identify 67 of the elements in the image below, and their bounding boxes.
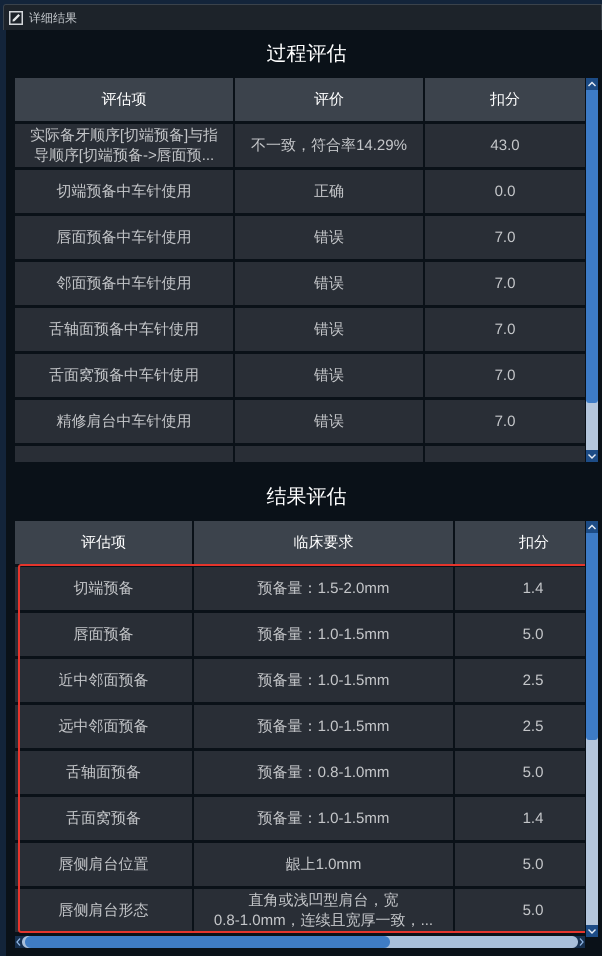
table-cell: 预备量：1.0-1.5mm	[194, 659, 453, 702]
caret-up-icon[interactable]	[586, 521, 598, 533]
table-cell: 7.0	[425, 308, 585, 351]
table-cell: 龈上1.0mm	[194, 843, 453, 886]
pencil-square-icon	[9, 10, 23, 24]
table-cell: 唇面预备	[15, 613, 192, 656]
table-cell: 7.0	[425, 262, 585, 305]
table-cell: 正确	[235, 170, 423, 213]
column-header[interactable]: 评估项	[15, 78, 233, 121]
column-header[interactable]: 临床要求	[194, 521, 453, 564]
table-cell: 错误	[235, 308, 423, 351]
table-cell: 2.5	[455, 659, 585, 702]
table-cell: 错误	[235, 216, 423, 259]
table-cell: 错误	[235, 400, 423, 443]
table-cell: 43.0	[425, 124, 585, 167]
caret-down-icon[interactable]	[586, 925, 598, 937]
caret-right-icon[interactable]	[578, 936, 585, 948]
table-cell: 舌轴面预备中车针使用	[15, 308, 233, 351]
table-cell: 切端预备	[15, 567, 192, 610]
table-cell: 直角或浅凹型肩台，宽0.8-1.0mm，连续且宽厚一致，...	[194, 889, 453, 932]
table-cell: 预备量：1.0-1.5mm	[194, 705, 453, 748]
table-cell: 1.4	[455, 567, 585, 610]
table-cell: 切端预备中车针使用	[15, 170, 233, 213]
table-cell: 远中邻面预备	[15, 705, 192, 748]
scrollbar-thumb[interactable]	[25, 936, 390, 948]
table-cell: 2.5	[455, 705, 585, 748]
table-cell: 近中邻面预备	[15, 659, 192, 702]
table-cell: 错误	[235, 262, 423, 305]
table-cell: 精修肩台中车针使用	[15, 400, 233, 443]
table-cell: 舌面窝预备	[15, 797, 192, 840]
table-cell: 错误	[235, 354, 423, 397]
table-cell: 0.0	[425, 170, 585, 213]
table-cell: 7.0	[425, 400, 585, 443]
table-cell: 唇面预备中车针使用	[15, 216, 233, 259]
column-header[interactable]: 评价	[235, 78, 423, 121]
vertical-scrollbar[interactable]	[586, 521, 598, 937]
table-cell: 7.0	[425, 216, 585, 259]
caret-down-icon[interactable]	[586, 450, 598, 462]
scrollbar-thumb[interactable]	[586, 533, 598, 740]
table-cell: 唇侧肩台形态	[15, 889, 192, 932]
window-title: 详细结果	[29, 10, 77, 24]
column-header[interactable]: 扣分	[455, 521, 585, 564]
table-cell: 邻面预备中车针使用	[15, 262, 233, 305]
horizontal-scrollbar[interactable]	[15, 936, 585, 948]
column-header[interactable]: 评估项	[15, 521, 192, 564]
table-cell: 5.0	[455, 613, 585, 656]
table-cell: 5.0	[455, 843, 585, 886]
table-cell: 实际备牙顺序[切端预备]与指导顺序[切端预备->唇面预...	[15, 124, 233, 167]
column-header[interactable]: 扣分	[425, 78, 585, 121]
table-cell: 舌面窝预备中车针使用	[15, 354, 233, 397]
table-cell: 预备量：1.0-1.5mm	[194, 797, 453, 840]
table-cell: 预备量：1.0-1.5mm	[194, 613, 453, 656]
table-cell: 1.4	[455, 797, 585, 840]
table-cell: 预备量：1.5-2.0mm	[194, 567, 453, 610]
section-title: 过程评估	[266, 42, 346, 66]
caret-up-icon[interactable]	[586, 78, 598, 90]
table-cell: 5.0	[455, 889, 585, 932]
table-cell: 唇侧肩台位置	[15, 843, 192, 886]
vertical-scrollbar[interactable]	[586, 78, 598, 462]
scrollbar-thumb[interactable]	[586, 90, 598, 403]
table-cell: 舌轴面预备	[15, 751, 192, 794]
table-cell: 7.0	[425, 354, 585, 397]
section-title: 结果评估	[266, 485, 346, 509]
table-cell: 5.0	[455, 751, 585, 794]
table-cell: 不一致，符合率14.29%	[235, 124, 423, 167]
table-cell: 预备量：0.8-1.0mm	[194, 751, 453, 794]
caret-left-icon[interactable]	[15, 936, 22, 948]
